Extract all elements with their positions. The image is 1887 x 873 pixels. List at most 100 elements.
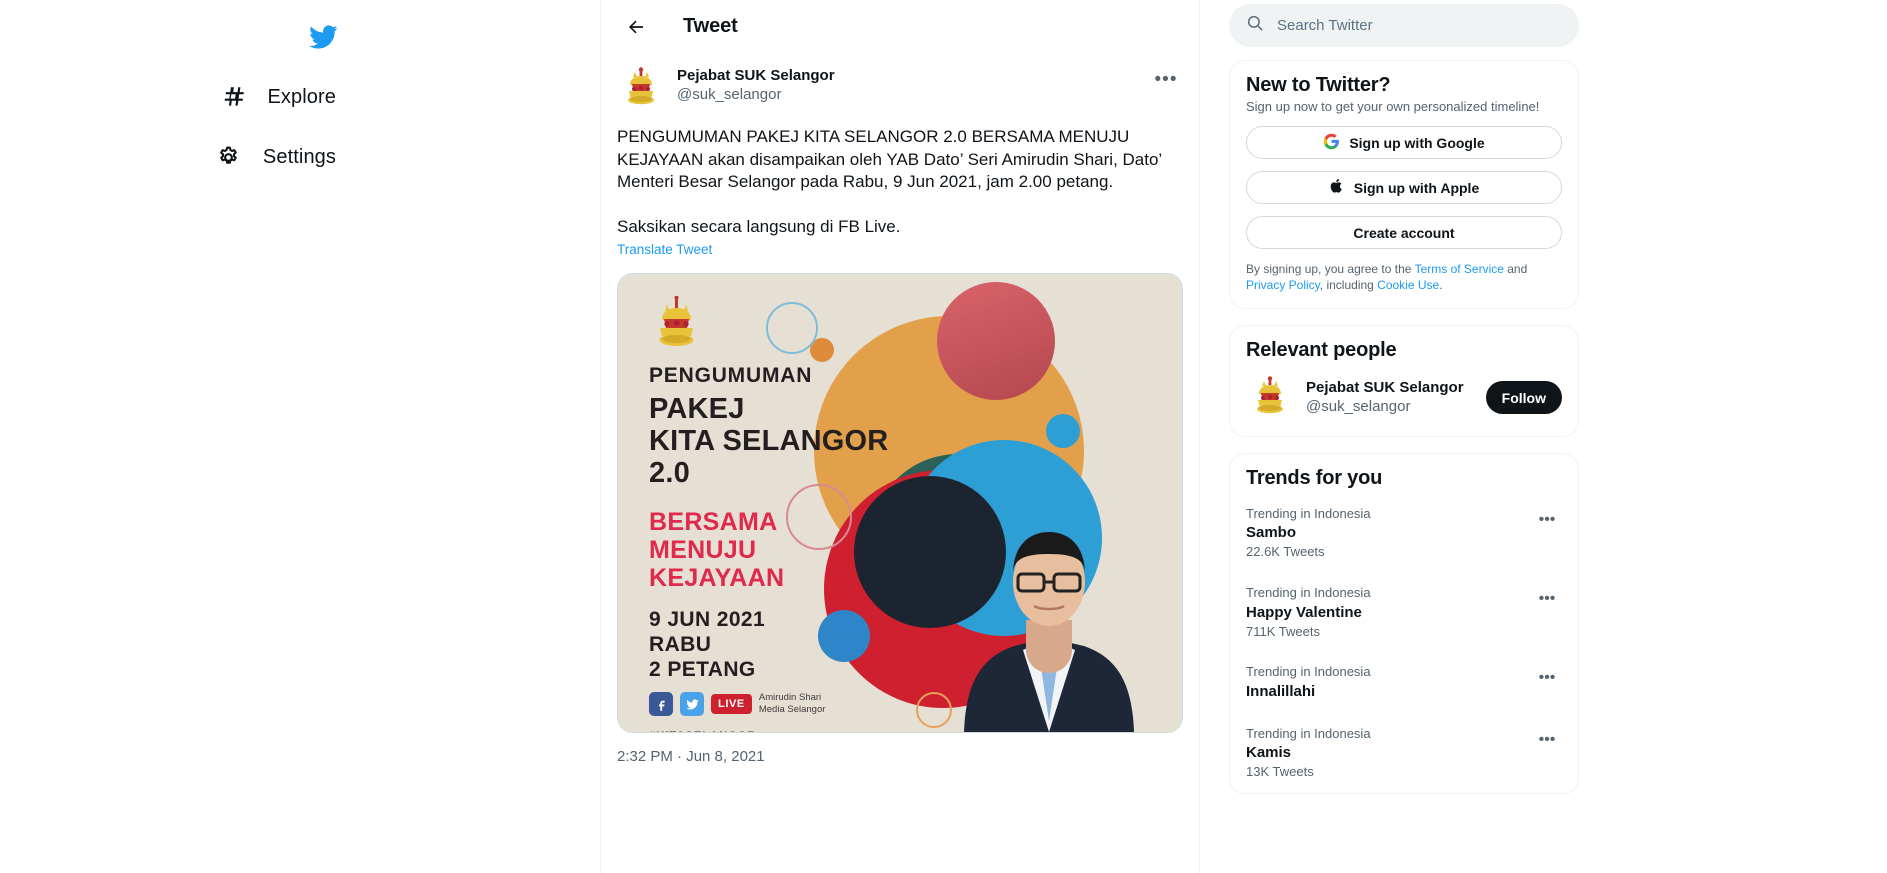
signup-google-button[interactable]: Sign up with Google <box>1246 126 1562 159</box>
sidebar-item-label: Settings <box>262 145 336 168</box>
poster-credit-line1: Amirudin Shari <box>758 692 822 704</box>
poster-tagline-line2: MENUJU <box>649 536 757 565</box>
create-account-button[interactable]: Create account <box>1246 216 1562 249</box>
relevant-person-handle: @suk_selangor <box>1306 397 1411 415</box>
tweet-media-image[interactable]: PENGUMUMAN PAKEJ KITA SELANGOR 2.0 BERSA… <box>617 273 1183 734</box>
trend-category: Trending in Indonesia <box>1246 725 1371 741</box>
search-bar[interactable] <box>1229 4 1579 47</box>
cookie-use-link[interactable]: Cookie Use <box>1377 278 1439 292</box>
follow-button[interactable]: Follow <box>1485 381 1562 415</box>
legal-suffix: . <box>1439 278 1443 293</box>
relevant-people-card: Relevant people Pejabat SUK Selangor @su… <box>1229 324 1579 437</box>
search-input[interactable] <box>1277 17 1562 34</box>
sidebar-item-explore[interactable]: Explore <box>205 68 352 126</box>
more-options-icon[interactable]: ••• <box>1149 63 1183 97</box>
trend-item[interactable]: Trending in Indonesia Sambo 22.6K Tweets… <box>1230 494 1578 573</box>
twitter-bird-icon[interactable] <box>294 8 352 66</box>
trend-text-block: Trending in Indonesia Kamis 13K Tweets <box>1246 725 1371 781</box>
page-title: Tweet <box>683 15 738 37</box>
tweet-body-text: PENGUMUMAN PAKEJ KITA SELANGOR 2.0 BERSA… <box>617 127 1162 237</box>
trend-item[interactable]: Trending in Indonesia Kamis 13K Tweets •… <box>1230 714 1578 793</box>
signup-title: New to Twitter? <box>1246 74 1391 96</box>
poster-date-line3: 2 PETANG <box>649 658 756 682</box>
left-sidebar: Explore Settings <box>0 0 600 873</box>
poster-tagline-line3: KEJAYAAN <box>649 564 785 593</box>
more-options-icon[interactable]: ••• <box>1532 505 1562 535</box>
tweet-detail: Pejabat SUK Selangor @suk_selangor ••• P… <box>601 53 1199 779</box>
poster-credit: Amirudin Shari Media Selangor <box>759 692 826 717</box>
main-column: Tweet Pejabat SUK Selangor @suk_selangor… <box>600 0 1200 873</box>
more-options-icon[interactable]: ••• <box>1532 663 1562 693</box>
poster-tagline-line1: BERSAMA <box>649 508 778 537</box>
tweet-author: Pejabat SUK Selangor @suk_selangor <box>677 65 1149 105</box>
gear-icon <box>214 142 244 172</box>
trend-name: Kamis <box>1246 744 1292 762</box>
poster-kicker: PENGUMUMAN <box>649 364 813 388</box>
signup-google-label: Sign up with Google <box>1349 134 1485 151</box>
trend-category: Trending in Indonesia <box>1246 584 1371 600</box>
trend-item[interactable]: Trending in Indonesia Happy Valentine 71… <box>1230 573 1578 652</box>
poster-social-row: LIVE Amirudin Shari Media Selangor <box>649 692 825 717</box>
decor-ring-orange-low <box>916 692 952 729</box>
tweet-header: Pejabat SUK Selangor @suk_selangor ••• <box>617 65 1183 113</box>
translate-tweet-link[interactable]: Translate Tweet <box>617 242 712 257</box>
trend-text-block: Trending in Indonesia Sambo 22.6K Tweets <box>1246 505 1371 561</box>
trend-name: Innalillahi <box>1246 682 1316 700</box>
signup-legal-text: By signing up, you agree to the Terms of… <box>1230 261 1578 308</box>
trend-count: 22.6K Tweets <box>1246 544 1325 560</box>
twitter-icon <box>680 692 704 717</box>
avatar[interactable] <box>1246 373 1294 422</box>
relevant-person-name: Pejabat SUK Selangor <box>1306 379 1464 397</box>
more-options-icon[interactable]: ••• <box>1532 584 1562 614</box>
column-header: Tweet <box>601 0 1199 53</box>
poster-artwork: PENGUMUMAN PAKEJ KITA SELANGOR 2.0 BERSA… <box>618 274 1182 733</box>
trend-item[interactable]: Trending in Indonesia Innalillahi ••• <box>1230 652 1578 714</box>
signup-subtitle: Sign up now to get your own personalized… <box>1246 99 1540 114</box>
signup-apple-button[interactable]: Sign up with Apple <box>1246 171 1562 204</box>
sidebar-item-settings[interactable]: Settings <box>201 128 352 186</box>
live-badge: LIVE <box>711 694 752 715</box>
decor-ring-red-mid <box>786 484 852 551</box>
search-icon <box>1246 14 1264 37</box>
relevant-people-title: Relevant people <box>1246 338 1397 361</box>
author-display-name[interactable]: Pejabat SUK Selangor <box>677 67 1149 86</box>
signup-apple-label: Sign up with Apple <box>1353 179 1480 196</box>
poster-date-line1: 9 JUN 2021 <box>649 608 766 632</box>
terms-of-service-link[interactable]: Terms of Service <box>1415 262 1504 276</box>
selangor-crest-icon <box>654 295 700 352</box>
hashtag-icon <box>218 82 248 112</box>
back-arrow-icon[interactable] <box>619 10 653 44</box>
trend-name: Sambo <box>1246 524 1297 542</box>
trends-card: Trends for you Trending in Indonesia Sam… <box>1229 452 1579 794</box>
decor-ring-blue-top <box>766 302 818 355</box>
trends-title: Trends for you <box>1246 466 1383 489</box>
trend-count: 13K Tweets <box>1246 764 1314 780</box>
trend-name: Happy Valentine <box>1246 603 1362 621</box>
poster-hashtag: #KITASELANGOR <box>649 730 757 732</box>
relevant-person-meta: Pejabat SUK Selangor @suk_selangor <box>1306 379 1486 417</box>
trend-text-block: Trending in Indonesia Happy Valentine 71… <box>1246 584 1371 640</box>
sidebar-item-label: Explore <box>267 85 336 108</box>
twitter-app: Explore Settings Tweet Pejabat SUK Selan… <box>0 0 1887 873</box>
decor-circle-blue-mid <box>818 610 870 663</box>
signup-card: New to Twitter? Sign up now to get your … <box>1229 60 1579 309</box>
more-options-icon[interactable]: ••• <box>1532 725 1562 755</box>
create-account-label: Create account <box>1353 224 1455 241</box>
trend-text-block: Trending in Indonesia Innalillahi <box>1246 663 1371 702</box>
poster-title-line1: PAKEJ <box>649 393 745 426</box>
poster-date-line2: RABU <box>649 633 712 657</box>
privacy-policy-link[interactable]: Privacy Policy <box>1246 278 1320 292</box>
legal-prefix: By signing up, you agree to the <box>1246 262 1415 276</box>
trend-category: Trending in Indonesia <box>1246 505 1371 521</box>
google-icon <box>1323 133 1340 153</box>
facebook-icon <box>649 692 673 717</box>
legal-middle: , including <box>1319 278 1378 293</box>
avatar[interactable] <box>617 65 665 113</box>
poster-credit-line2: Media Selangor <box>758 704 826 716</box>
portrait-photo <box>956 502 1142 733</box>
relevant-person-row[interactable]: Pejabat SUK Selangor @suk_selangor Follo… <box>1230 362 1578 436</box>
decor-circle-blue-small <box>1046 414 1080 449</box>
poster-title-line3: 2.0 <box>649 457 690 490</box>
apple-icon <box>1329 178 1345 197</box>
author-handle[interactable]: @suk_selangor <box>677 86 1149 105</box>
